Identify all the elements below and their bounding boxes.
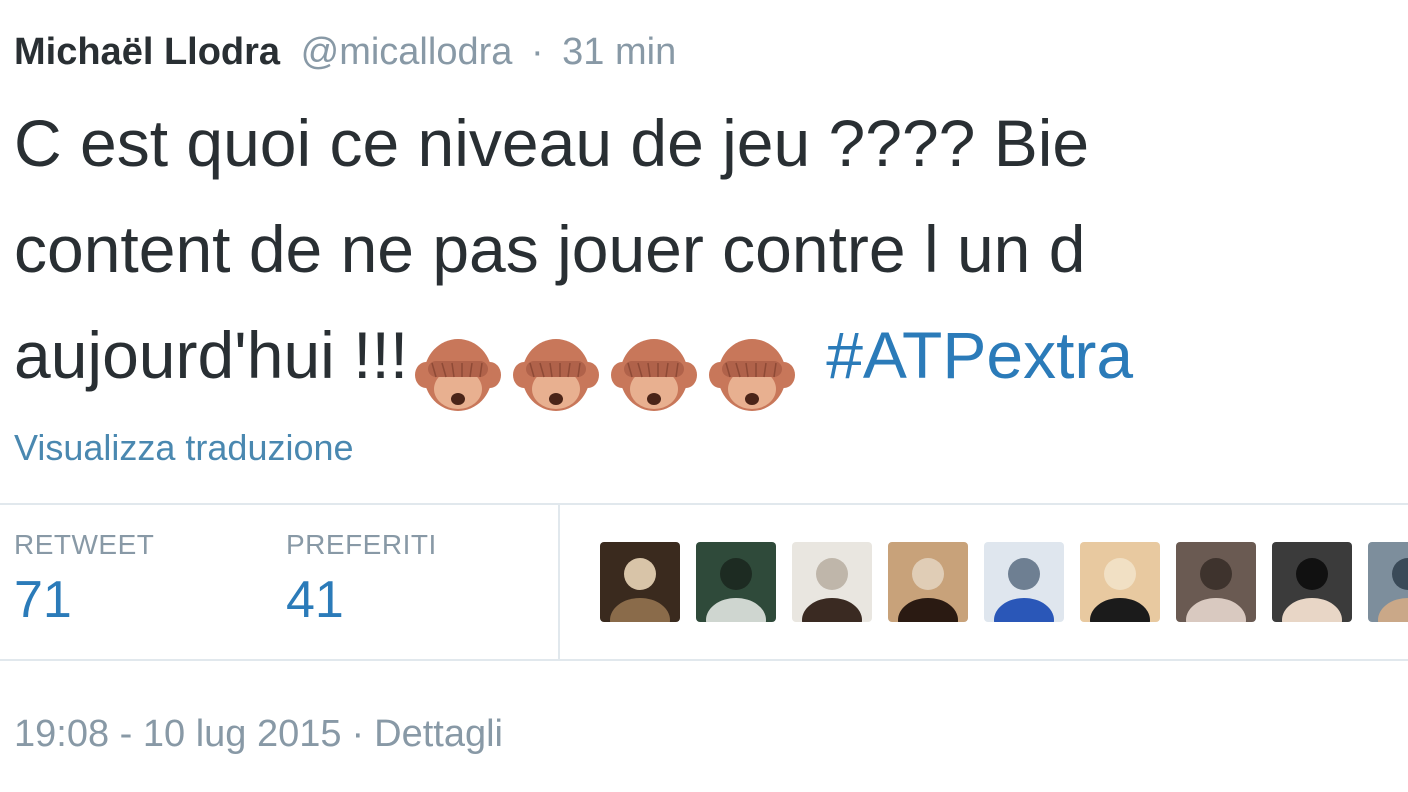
view-translation-link[interactable]: Visualizza traduzione [14, 424, 354, 472]
retweet-count[interactable]: 71 [14, 570, 154, 630]
tweet-time-ago[interactable]: 31 min [562, 31, 676, 73]
favorites-label: PREFERITI [286, 529, 437, 560]
divider [0, 503, 1408, 505]
tweet-timestamp[interactable]: 19:08 - 10 lug 2015 [14, 713, 342, 755]
tweet-text-line: aujourd'hui !!! [14, 318, 409, 392]
details-link[interactable]: Dettagli [374, 713, 503, 755]
favoriter-avatar[interactable] [1368, 542, 1408, 622]
author-handle[interactable]: @micallodra [301, 31, 513, 73]
favoriters-avatar-list [600, 542, 1408, 622]
tweet-text-line-last: aujourd'hui !!! #ATPextra [14, 302, 1408, 411]
see-no-evil-monkey-icon [414, 331, 502, 419]
tweet-text-line: content de ne pas jouer contre l un d [14, 212, 1086, 286]
divider [0, 659, 1408, 661]
favoriter-avatar[interactable] [600, 542, 680, 622]
tweet-text: C est quoi ce niveau de jeu ???? Bie con… [14, 90, 1408, 411]
tweet-header: Michaël Llodra @micallodra · 31 min [14, 28, 676, 76]
retweet-label: RETWEET [14, 529, 155, 560]
favoriter-avatar[interactable] [1176, 542, 1256, 622]
header-separator: · [530, 31, 544, 73]
tweet-card: Michaël Llodra @micallodra · 31 min C es… [0, 0, 1408, 792]
see-no-evil-monkey-icon [708, 331, 796, 419]
retweet-stat[interactable]: RETWEET 71 [14, 528, 154, 630]
tweet-text-line: C est quoi ce niveau de jeu ???? Bie [14, 106, 1090, 180]
hashtag-link[interactable]: #ATPextra [826, 318, 1133, 392]
favorites-stat[interactable]: PREFERITI 41 [286, 528, 437, 630]
stats-divider [558, 505, 560, 659]
favoriter-avatar[interactable] [1080, 542, 1160, 622]
favoriter-avatar[interactable] [1272, 542, 1352, 622]
footer-separator: · [351, 713, 365, 755]
tweet-footer: 19:08 - 10 lug 2015 · Dettagli [14, 710, 503, 758]
favoriter-avatar[interactable] [984, 542, 1064, 622]
favoriter-avatar[interactable] [792, 542, 872, 622]
author-name[interactable]: Michaël Llodra [14, 31, 280, 73]
favoriter-avatar[interactable] [888, 542, 968, 622]
favorites-count[interactable]: 41 [286, 570, 437, 630]
see-no-evil-monkey-icon [610, 331, 698, 419]
emoji-group [414, 316, 806, 422]
favoriter-avatar[interactable] [696, 542, 776, 622]
see-no-evil-monkey-icon [512, 331, 600, 419]
